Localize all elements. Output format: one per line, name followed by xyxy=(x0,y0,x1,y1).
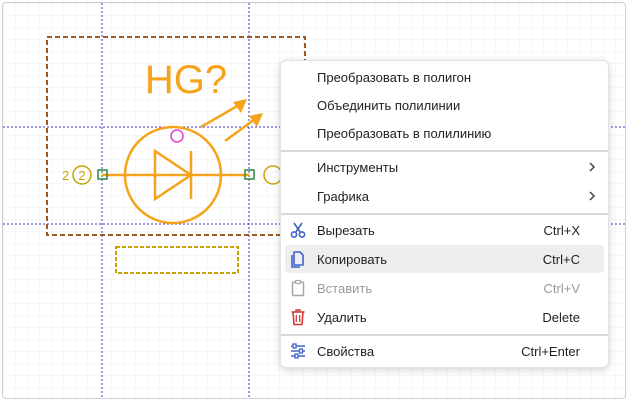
menu-item-tools[interactable]: Инструменты xyxy=(285,153,604,181)
menu-item-shortcut: Ctrl+V xyxy=(543,280,580,296)
menu-item-label: Вставить xyxy=(317,280,373,296)
menu-item-label: Объединить полилинии xyxy=(317,97,461,113)
menu-item-label: Преобразовать в полилинию xyxy=(317,125,492,141)
menu-item-shortcut: Delete xyxy=(542,309,580,325)
chevron-right-icon xyxy=(589,191,596,201)
menu-item-graphics[interactable]: Графика xyxy=(285,182,604,210)
menu-item-label: Преобразовать в полигон xyxy=(317,69,472,85)
menu-item-label: Копировать xyxy=(317,251,387,267)
menu-item-properties[interactable]: Свойства Ctrl+Enter xyxy=(285,337,604,365)
menu-separator xyxy=(281,213,608,215)
menu-item-shortcut: Ctrl+C xyxy=(542,251,580,267)
menu-item-label: Вырезать xyxy=(317,222,375,238)
clipboard-icon xyxy=(291,279,305,297)
trash-icon xyxy=(291,309,305,326)
menu-item-merge-polylines[interactable]: Объединить полилинии xyxy=(285,91,604,119)
menu-item-shortcut: Ctrl+X xyxy=(543,222,580,238)
editor-frame: HG? 2 2 Преобразовать в полигон Объедини… xyxy=(2,2,626,399)
menu-item-cut[interactable]: Вырезать Ctrl+X xyxy=(285,216,604,244)
context-menu: Преобразовать в полигон Объединить полил… xyxy=(280,60,609,368)
menu-item-label: Свойства xyxy=(317,343,375,359)
menu-item-convert-to-polygon[interactable]: Преобразовать в полигон xyxy=(285,63,604,91)
menu-item-convert-to-polyline[interactable]: Преобразовать в полилинию xyxy=(285,119,604,147)
scissors-icon xyxy=(290,222,306,238)
pin-number-circle-left-text: 2 xyxy=(78,168,85,183)
menu-separator xyxy=(281,150,608,152)
sliders-icon xyxy=(291,343,305,359)
chevron-right-icon xyxy=(589,162,596,172)
menu-item-paste[interactable]: Вставить Ctrl+V xyxy=(285,274,604,302)
menu-item-shortcut: Ctrl+Enter xyxy=(521,343,580,359)
menu-item-delete[interactable]: Удалить Delete xyxy=(285,303,604,331)
pin-number-left: 2 xyxy=(62,168,69,183)
menu-item-label: Графика xyxy=(317,188,369,204)
component-designator[interactable]: HG? xyxy=(145,58,227,102)
menu-item-label: Инструменты xyxy=(317,159,399,175)
menu-item-label: Удалить xyxy=(317,309,367,325)
menu-separator xyxy=(281,334,608,336)
copy-icon xyxy=(291,251,304,268)
menu-item-copy[interactable]: Копировать Ctrl+C xyxy=(285,245,604,273)
